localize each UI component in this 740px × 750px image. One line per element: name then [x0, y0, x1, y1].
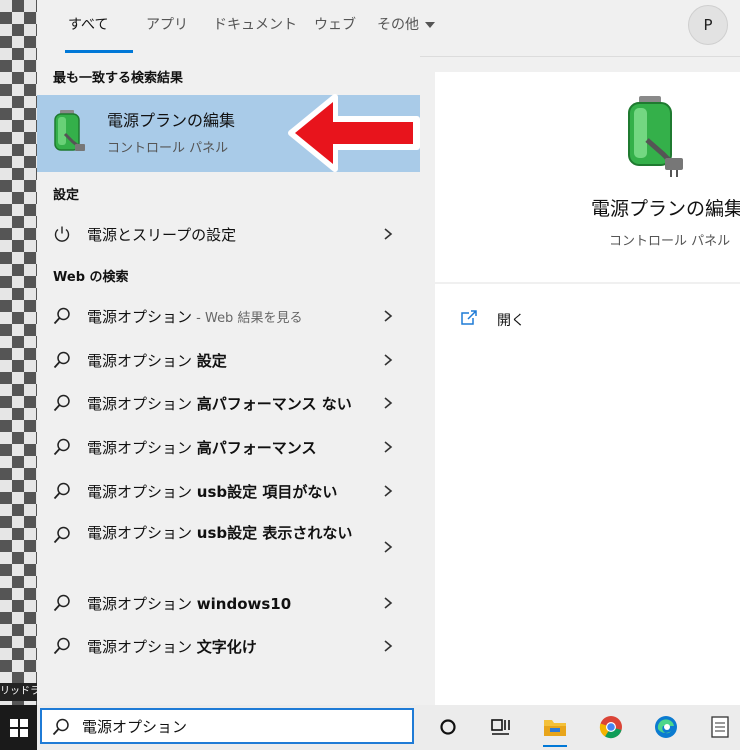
- best-match-item[interactable]: 電源プランの編集 コントロール パネル: [37, 94, 420, 172]
- web-result-3[interactable]: 電源オプション 高パフォーマンス: [37, 426, 420, 468]
- results-list: 最も一致する検索結果 電源プランの編集 コントロール パネル 設定 電源とスリー…: [37, 56, 420, 705]
- web-result-prefix: 電源オプション: [87, 524, 197, 542]
- search-icon: [53, 351, 70, 369]
- file-explorer-icon[interactable]: [541, 713, 569, 747]
- settings-item-label: 電源とスリープの設定: [87, 226, 237, 244]
- chevron-right-icon: [384, 485, 393, 497]
- tab-apps[interactable]: アプリ: [146, 14, 188, 34]
- chevron-right-icon: [384, 354, 393, 366]
- web-result-5[interactable]: 電源オプション usb設定 表示されない: [37, 516, 420, 578]
- search-tabs: すべて アプリ ドキュメント ウェブ その他 P: [37, 0, 740, 57]
- power-icon: [54, 226, 70, 242]
- tab-more-label: その他: [377, 17, 419, 33]
- search-icon: [53, 438, 70, 456]
- chrome-icon[interactable]: [597, 713, 625, 741]
- search-icon: [53, 594, 70, 612]
- search-icon: [53, 637, 70, 655]
- tab-more[interactable]: その他: [377, 14, 435, 34]
- chevron-right-icon: [384, 228, 393, 240]
- task-view-icon[interactable]: [487, 713, 515, 741]
- search-icon: [53, 526, 70, 544]
- chevron-right-icon: [384, 441, 393, 453]
- notepad-icon[interactable]: [706, 713, 734, 741]
- cortana-icon[interactable]: [434, 713, 462, 741]
- search-icon: [52, 718, 69, 736]
- detail-subtitle: コントロール パネル: [609, 234, 731, 249]
- edge-icon[interactable]: [652, 713, 680, 741]
- web-result-bold: windows10: [196, 595, 292, 613]
- web-result-prefix: 電源オプション: [87, 483, 197, 501]
- web-result-bold: 設定: [196, 352, 227, 370]
- open-external-icon: [461, 310, 477, 325]
- desktop-icon-label: リッドラ: [0, 683, 37, 701]
- web-query: 電源オプション: [87, 308, 193, 326]
- detail-title: 電源プランの編集: [591, 198, 740, 220]
- tab-all[interactable]: すべて: [68, 14, 108, 34]
- web-result-bold: 高パフォーマンス ない: [196, 395, 352, 413]
- web-result-bold: usb設定 項目がない: [196, 483, 338, 501]
- web-result-2[interactable]: 電源オプション 高パフォーマンス ない: [37, 382, 420, 424]
- red-arrow-annotation: [288, 94, 420, 172]
- web-result-7[interactable]: 電源オプション 文字化け: [37, 625, 420, 667]
- web-result-bold: 文字化け: [196, 638, 257, 656]
- web-result-hint: - Web 結果を見る: [192, 311, 303, 326]
- open-action[interactable]: 開く: [459, 309, 525, 331]
- start-button[interactable]: [0, 705, 37, 750]
- active-app-indicator: [543, 745, 567, 747]
- tab-web[interactable]: ウェブ: [314, 14, 356, 34]
- settings-item-power-sleep[interactable]: 電源とスリープの設定: [37, 213, 420, 255]
- web-result-prefix: 電源オプション: [87, 352, 197, 370]
- chevron-right-icon: [384, 541, 393, 553]
- best-match-title: 電源プランの編集: [107, 111, 236, 130]
- web-result-4[interactable]: 電源オプション usb設定 項目がない: [37, 470, 420, 512]
- settings-heading: 設定: [53, 188, 80, 203]
- search-icon: [53, 482, 70, 500]
- web-result-prefix: 電源オプション: [87, 395, 197, 413]
- desktop-background: [0, 0, 37, 705]
- chevron-down-icon: [425, 22, 435, 28]
- web-search-heading: Web の検索: [53, 270, 129, 285]
- power-battery-icon: [54, 110, 85, 151]
- taskbar: [0, 705, 740, 750]
- web-result-1[interactable]: 電源オプション 設定: [37, 339, 420, 381]
- tab-documents[interactable]: ドキュメント: [213, 14, 297, 34]
- web-result-prefix: 電源オプション: [87, 595, 197, 613]
- best-match-heading: 最も一致する検索結果: [53, 71, 184, 86]
- best-match-subtitle: コントロール パネル: [107, 141, 229, 156]
- web-result-bold: 高パフォーマンス: [196, 439, 317, 457]
- open-label: 開く: [497, 313, 525, 329]
- chevron-right-icon: [384, 597, 393, 609]
- search-input[interactable]: [82, 714, 402, 738]
- search-icon: [53, 394, 70, 412]
- web-result-bold: usb設定 表示されない: [196, 524, 353, 542]
- web-result-6[interactable]: 電源オプション windows10: [37, 582, 420, 624]
- taskbar-search-box[interactable]: [40, 708, 414, 744]
- power-battery-icon: [628, 96, 683, 177]
- chevron-right-icon: [384, 310, 393, 322]
- search-icon: [53, 307, 70, 325]
- web-result-0[interactable]: 電源オプション - Web 結果を見る: [37, 295, 420, 337]
- search-panel: すべて アプリ ドキュメント ウェブ その他 P 最も一致する検索結果 電源プラ…: [37, 0, 740, 705]
- active-tab-indicator: [65, 50, 133, 53]
- web-result-prefix: 電源オプション: [87, 638, 197, 656]
- user-avatar[interactable]: P: [688, 5, 728, 45]
- detail-actions: 開く: [435, 284, 740, 705]
- chevron-right-icon: [384, 640, 393, 652]
- chevron-right-icon: [384, 397, 393, 409]
- web-result-prefix: 電源オプション: [87, 439, 197, 457]
- windows-logo-icon: [9, 718, 28, 737]
- detail-card: 電源プランの編集 コントロール パネル: [435, 72, 740, 282]
